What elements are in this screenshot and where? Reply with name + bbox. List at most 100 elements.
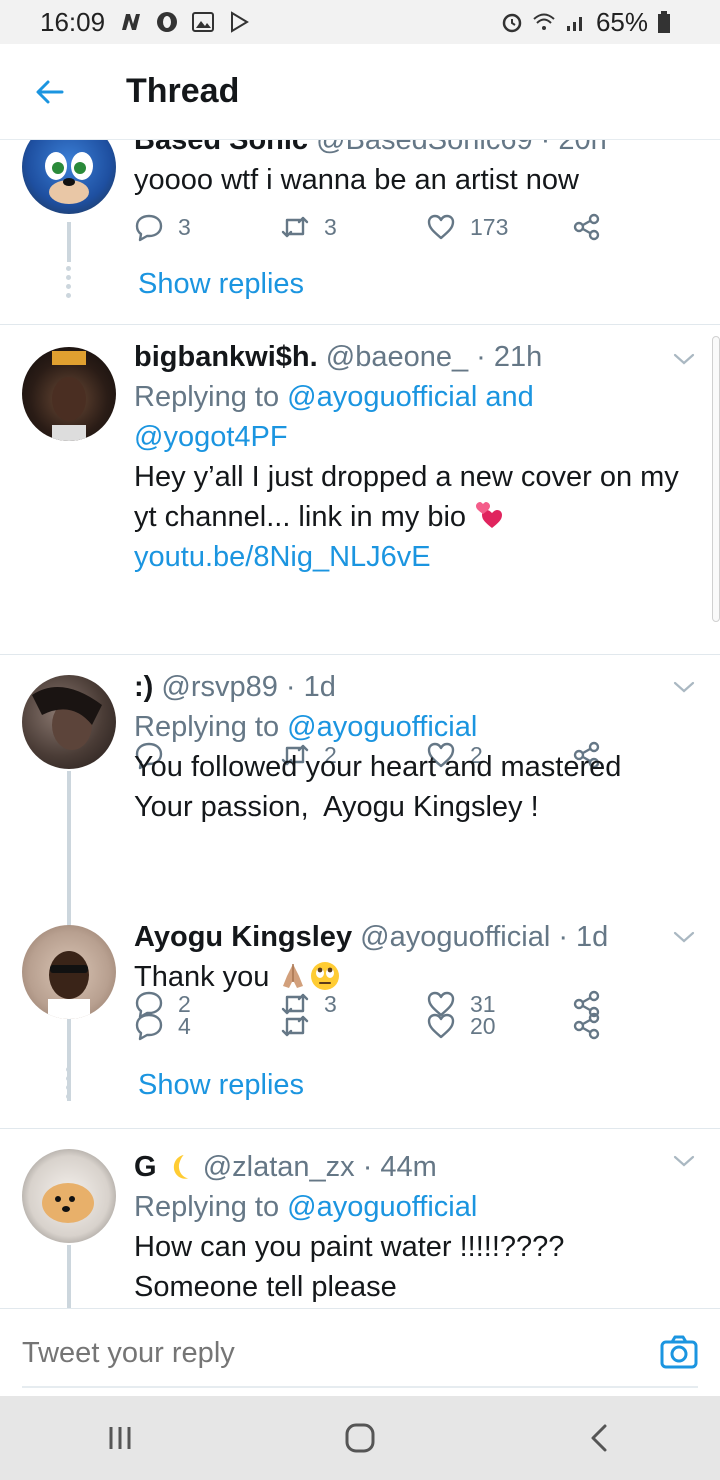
arrow-left-icon <box>36 80 64 103</box>
composer-underline <box>22 1386 698 1388</box>
page-title: Thread <box>126 72 240 110</box>
reply-input[interactable] <box>22 1329 622 1377</box>
tweet-handle: @rsvp89 · 1d <box>161 671 336 703</box>
tweet-text-line: Someone tell please <box>134 1271 397 1303</box>
reply-button[interactable]: 3 <box>134 212 191 242</box>
tweet-link[interactable]: youtu.be/8Nig_NLJ6vE <box>134 537 700 577</box>
replying-to: Replying to @ayoguofficial <box>134 707 700 747</box>
tweet-handle: @baeone_ · 21h <box>325 341 543 373</box>
app-header: Thread <box>0 44 720 140</box>
n-app-icon <box>119 10 143 34</box>
show-replies-link[interactable]: Show replies <box>138 268 304 301</box>
play-store-icon <box>227 10 251 34</box>
tweet-text: Hey y’all I just dropped a new cover on … <box>134 457 700 537</box>
tweet-content: :) @rsvp89 · 1d Replying to @ayoguoffici… <box>134 667 700 827</box>
like-count: 173 <box>470 213 509 240</box>
thread-feed[interactable]: Based Sonic @BasedSonic69 · 20h yoooo wt… <box>0 140 720 1308</box>
share-button[interactable] <box>572 1011 602 1041</box>
share-button[interactable] <box>572 212 602 242</box>
mention-link[interactable]: @yogot4PF <box>134 421 288 453</box>
replying-label: Replying to <box>134 711 280 743</box>
camera-button[interactable] <box>660 1333 698 1371</box>
tweet-actions: 4 20 <box>134 1011 614 1051</box>
tweet-actions: 3 3 173 <box>134 212 614 252</box>
opera-icon <box>155 10 179 34</box>
tweet-text-line: How can you paint water !!!!!???? <box>134 1231 565 1263</box>
praying-hands-emoji-icon <box>283 964 304 988</box>
share-icon <box>573 213 600 241</box>
battery-percent: 65% <box>595 6 648 37</box>
tweet-author: bigbankwi$h. <box>134 341 318 373</box>
thread-line <box>67 1021 71 1061</box>
signal-icon <box>564 10 588 34</box>
tweet-author: :) <box>134 671 154 703</box>
heart-icon <box>427 1013 455 1039</box>
tweet-content: Ayogu Kingsley @ayoguofficial · 1d Thank… <box>134 917 700 997</box>
divider <box>0 654 720 655</box>
tweet-meta: :) @rsvp89 · 1d <box>134 667 700 707</box>
reply-button[interactable]: 4 <box>134 1011 191 1041</box>
crescent-moon-emoji-icon <box>173 1154 189 1179</box>
reply-count: 3 <box>178 213 191 240</box>
reply-icon <box>135 214 163 242</box>
mention-link[interactable]: @ayoguofficial and <box>287 381 534 413</box>
tweet-meta: G @zlatan_zx · 44m <box>134 1147 700 1187</box>
tweet-content: G @zlatan_zx · 44m Replying to @ayoguoff… <box>134 1147 700 1307</box>
tweet-text: You followed your heart and mastered Your… <box>134 747 700 827</box>
reply-icon <box>135 1013 163 1041</box>
avatar[interactable] <box>22 140 116 214</box>
avatar[interactable] <box>22 1149 116 1243</box>
thread-line <box>67 222 71 262</box>
status-time: 16:09 <box>40 6 106 37</box>
tweet-text-line: Hey y’all I just dropped a new cover on … <box>134 461 679 493</box>
tweet-text-line: Thank you <box>134 961 270 993</box>
battery-icon <box>656 10 680 34</box>
heart-icon <box>427 214 455 240</box>
avatar[interactable] <box>22 347 116 441</box>
tweet-content: Based Sonic @BasedSonic69 · 20h yoooo wt… <box>134 140 700 200</box>
wifi-icon <box>532 10 556 34</box>
thread-line <box>67 1245 71 1308</box>
recent-apps-button[interactable] <box>80 1408 160 1468</box>
scrollbar[interactable] <box>712 336 720 622</box>
recent-apps-icon <box>109 1427 131 1449</box>
tweet-author: G <box>134 1151 157 1183</box>
tweet-handle: @ayoguofficial · 1d <box>360 921 609 953</box>
two-hearts-emoji-icon <box>476 502 503 528</box>
like-button[interactable]: 173 <box>426 212 508 242</box>
divider <box>0 1128 720 1129</box>
replying-label: Replying to <box>134 381 280 413</box>
retweet-icon <box>281 216 309 238</box>
tweet-meta: Ayogu Kingsley @ayoguofficial · 1d <box>134 917 700 957</box>
retweet-button[interactable]: 3 <box>280 212 337 242</box>
mention-link[interactable]: @ayoguofficial <box>287 711 477 743</box>
tweet-handle: @BasedSonic69 · 20h <box>316 140 607 156</box>
tweet-meta: Based Sonic @BasedSonic69 · 20h <box>134 140 700 160</box>
back-button[interactable] <box>0 44 100 140</box>
tweet-author: Based Sonic <box>134 140 309 156</box>
tweet-content: bigbankwi$h. @baeone_ · 21h Replying to … <box>134 337 700 577</box>
mention-link[interactable]: @ayoguofficial <box>287 1191 477 1223</box>
avatar[interactable] <box>22 925 116 1019</box>
home-button[interactable] <box>320 1408 400 1468</box>
home-icon <box>345 1423 375 1453</box>
divider <box>0 324 720 325</box>
thread-dots <box>66 1067 72 1103</box>
replying-to: Replying to @ayoguofficial <box>134 1187 700 1227</box>
retweet-count: 3 <box>324 213 337 240</box>
tweet-text: Thank you <box>134 957 700 997</box>
avatar[interactable] <box>22 675 116 769</box>
tweet-handle: @zlatan_zx · 44m <box>202 1151 437 1183</box>
back-nav-button[interactable] <box>560 1408 640 1468</box>
show-replies-link[interactable]: Show replies <box>138 1069 304 1102</box>
tweet-meta: bigbankwi$h. @baeone_ · 21h <box>134 337 700 377</box>
tweet-text-line: You followed your heart and mastered <box>134 751 622 783</box>
thread-dots <box>66 266 72 302</box>
alarm-icon <box>500 10 524 34</box>
replying-to: Replying to @ayoguofficial and <box>134 377 700 417</box>
retweet-icon <box>281 1015 309 1037</box>
retweet-button[interactable] <box>280 1011 324 1041</box>
tweet-text: How can you paint water !!!!!???? Someone… <box>134 1227 700 1307</box>
share-icon <box>573 1012 600 1040</box>
like-button[interactable]: 20 <box>426 1011 496 1041</box>
